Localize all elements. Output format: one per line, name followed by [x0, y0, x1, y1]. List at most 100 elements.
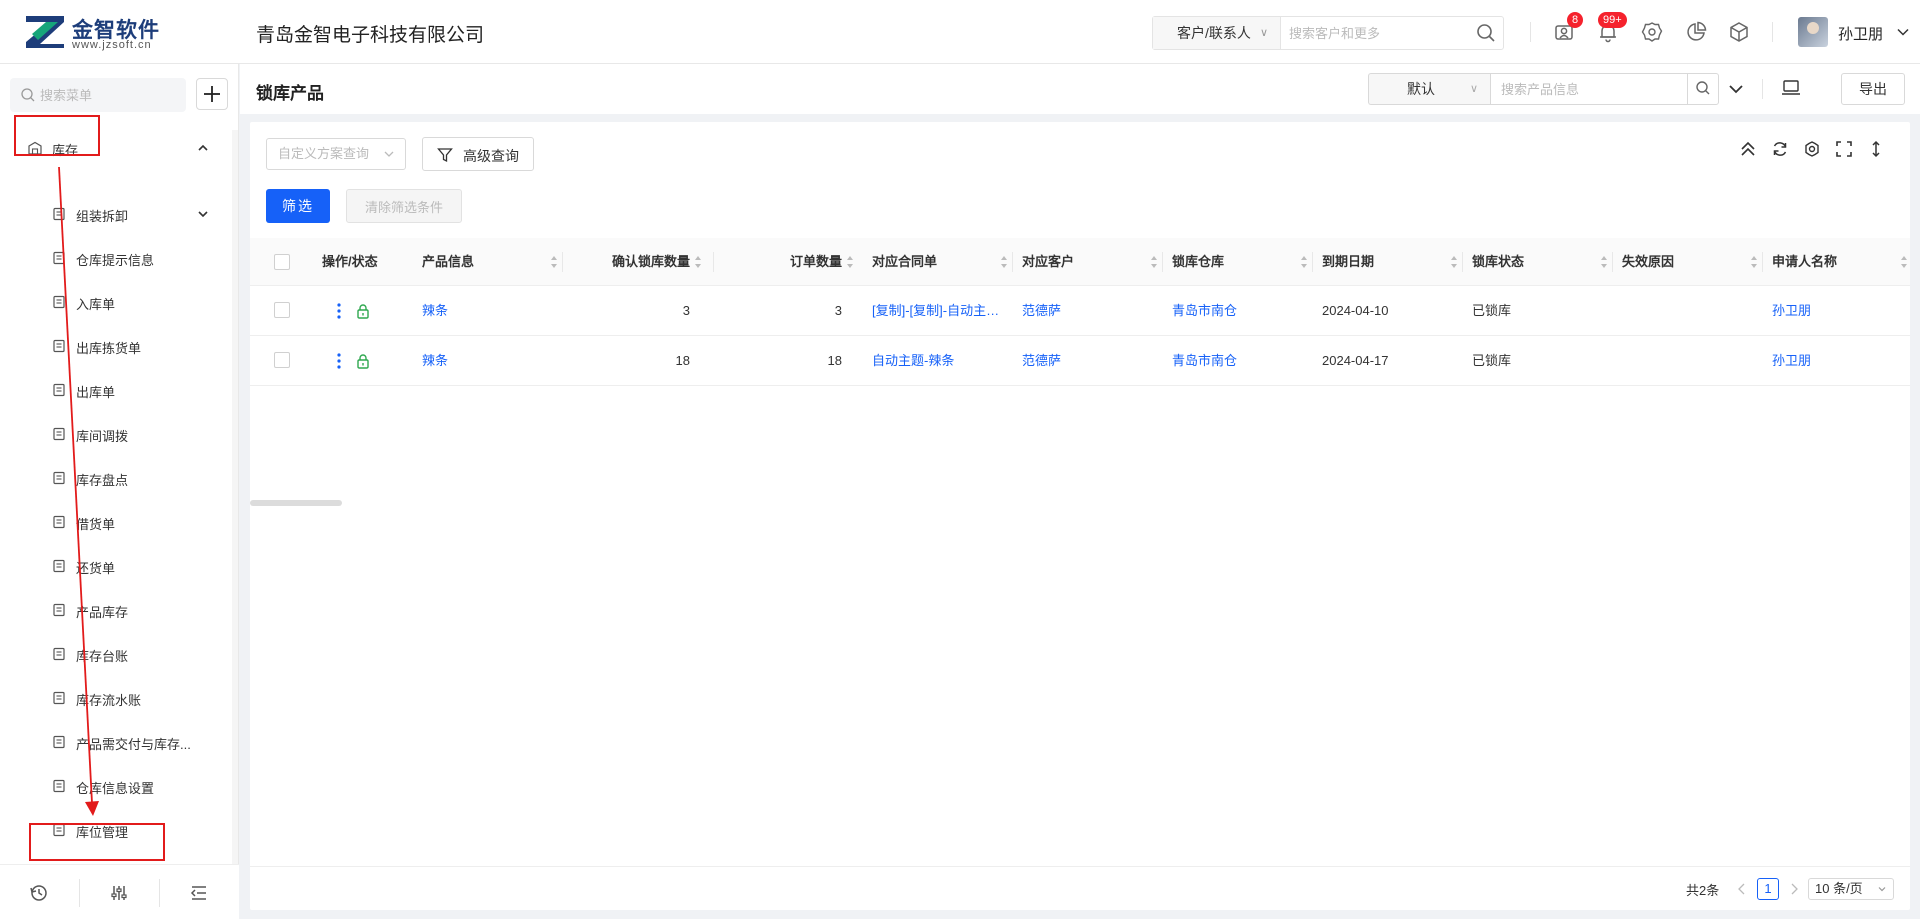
sidebar-item[interactable]: 库间调拨 [52, 416, 222, 452]
global-search: 客户/联系人 ∨ [1152, 16, 1504, 50]
collapse-up-icon[interactable] [1739, 140, 1757, 158]
export-button[interactable]: 导出 [1841, 73, 1905, 105]
search-scope-select[interactable]: 默认 ∨ [1368, 73, 1490, 105]
add-menu-button[interactable] [196, 78, 228, 110]
more-actions-icon[interactable] [336, 302, 342, 320]
transfer-icon [53, 427, 65, 441]
customer-link[interactable]: 范德萨 [1022, 336, 1152, 386]
sidebar-item[interactable]: 库存流水账 [52, 680, 222, 716]
search-scope-select[interactable]: 客户/联系人 ∨ [1153, 17, 1281, 49]
column-header-contract[interactable]: 对应合同单 [872, 238, 1010, 286]
row-height-icon[interactable] [1867, 140, 1885, 158]
fullscreen-icon[interactable] [1835, 140, 1853, 158]
pie-chart-icon[interactable] [1684, 20, 1708, 44]
column-header-product[interactable]: 产品信息 [422, 238, 560, 286]
column-header-label: 锁库状态 [1472, 254, 1525, 269]
sliders-icon[interactable] [109, 883, 129, 903]
sidebar-item[interactable]: 入库单 [52, 284, 222, 320]
clear-filter-button[interactable]: 清除筛选条件 [346, 189, 462, 223]
order-qty-cell: 18 [827, 353, 842, 368]
sidebar-item[interactable]: 产品库存 [52, 592, 222, 628]
row-checkbox[interactable] [274, 352, 290, 368]
status-cell: 已锁库 [1472, 353, 1512, 368]
chevron-right-icon[interactable] [1788, 882, 1800, 896]
sidebar-item[interactable]: 出库拣货单 [52, 328, 222, 364]
more-actions-icon[interactable] [336, 352, 342, 370]
column-header-due-date[interactable]: 到期日期 [1322, 238, 1460, 286]
chevron-down-icon[interactable] [1726, 79, 1746, 99]
logo[interactable]: 金智软件 www.jzsoft.cn [24, 12, 164, 52]
chevron-left-icon[interactable] [1736, 882, 1748, 896]
page-header: 锁库产品 默认 ∨ 导出 [240, 64, 1920, 114]
sort-icon [1901, 256, 1907, 268]
filter-button[interactable]: 筛选 [266, 189, 330, 223]
advanced-query-button[interactable]: 高级查询 [422, 137, 534, 171]
menu-search-input[interactable] [40, 78, 180, 112]
contract-link[interactable]: [复制]-[复制]-自动主题-辣条 [872, 286, 1004, 336]
sort-icon [551, 256, 557, 268]
sort-icon [1601, 256, 1607, 268]
row-checkbox[interactable] [274, 302, 290, 318]
warehouse-link[interactable]: 青岛市南仓 [1172, 286, 1302, 336]
product-search-button[interactable] [1687, 73, 1719, 105]
cube-icon[interactable] [1727, 20, 1751, 44]
menu-scrollbar[interactable] [232, 130, 238, 864]
column-settings-icon[interactable] [1803, 140, 1821, 158]
column-header-status[interactable]: 锁库状态 [1472, 238, 1610, 286]
product-link[interactable]: 辣条 [422, 286, 552, 336]
page-number[interactable]: 1 [1757, 878, 1779, 900]
content-panel: 自定义方案查询 高级查询 筛选 清除筛选条件 操作/状态 产品信息 确认锁库数量… [250, 122, 1910, 910]
laptop-icon[interactable] [1780, 77, 1802, 99]
column-header-customer[interactable]: 对应客户 [1022, 238, 1160, 286]
refresh-icon[interactable] [1771, 140, 1789, 158]
sidebar-item[interactable]: 仓库提示信息 [52, 240, 222, 276]
sidebar-item[interactable]: 库存台账 [52, 636, 222, 672]
column-header-confirmed-qty[interactable]: 确认锁库数量 [572, 238, 701, 286]
applicant-link[interactable]: 孙卫朋 [1772, 286, 1902, 336]
gear-icon[interactable] [1640, 20, 1664, 44]
annotation-box-locked-products [29, 823, 165, 861]
column-header-applicant[interactable]: 申请人名称 [1772, 238, 1910, 286]
sidebar-item[interactable]: 产品需交付与库存... [52, 724, 222, 760]
search-icon[interactable] [1475, 22, 1497, 44]
page-size-select[interactable]: 10 条/页 [1808, 878, 1894, 900]
sidebar-item[interactable]: 库存盘点 [52, 460, 222, 496]
sidebar-item[interactable]: 组装拆卸 [52, 196, 222, 232]
table-row[interactable]: 辣条 18 18 自动主题-辣条 范德萨 青岛市南仓 2024-04-17 已锁库 孙卫朋 [250, 336, 1910, 386]
history-icon[interactable] [29, 883, 49, 903]
column-header-order-qty[interactable]: 订单数量 [722, 238, 853, 286]
custom-plan-select[interactable]: 自定义方案查询 [266, 138, 406, 170]
due-date-cell: 2024-04-10 [1322, 303, 1389, 318]
contract-link[interactable]: 自动主题-辣条 [872, 336, 1004, 386]
global-search-input[interactable] [1289, 17, 1459, 49]
table-header: 操作/状态 产品信息 确认锁库数量 订单数量 对应合同单 对应客户 锁库仓库 到… [250, 238, 1910, 286]
column-divider [1612, 252, 1613, 272]
select-all-checkbox[interactable] [274, 254, 290, 270]
customer-link[interactable]: 范德萨 [1022, 286, 1152, 336]
column-header-label: 产品信息 [422, 254, 475, 269]
sidebar-item-label: 库存台账 [76, 649, 129, 664]
column-header-invalid-reason[interactable]: 失效原因 [1622, 238, 1760, 286]
sidebar-item[interactable]: 仓库信息设置 [52, 768, 222, 804]
pick-icon [53, 339, 65, 353]
sidebar-item[interactable]: 还货单 [52, 548, 222, 584]
column-header-label: 到期日期 [1322, 254, 1375, 269]
column-header-label: 订单数量 [789, 254, 842, 269]
table-row[interactable]: 辣条 3 3 [复制]-[复制]-自动主题-辣条范德萨青岛市南仓 2024-04-10 已… [250, 286, 1910, 336]
sidebar-item[interactable]: 出库单 [52, 372, 222, 408]
top-header: 金智软件 www.jzsoft.cn 青岛金智电子科技有限公司 客户/联系人 ∨… [0, 0, 1920, 64]
applicant-link[interactable]: 孙卫朋 [1772, 336, 1902, 386]
order-qty-cell: 3 [834, 303, 842, 318]
column-divider [1462, 252, 1463, 272]
column-header-label: 对应客户 [1022, 254, 1075, 269]
warehouse-link[interactable]: 青岛市南仓 [1172, 336, 1302, 386]
product-link[interactable]: 辣条 [422, 336, 552, 386]
collapse-icon[interactable] [189, 883, 209, 903]
product-search-input[interactable] [1490, 73, 1688, 105]
horizontal-scrollbar[interactable] [250, 500, 342, 506]
sidebar-item-label: 出库拣货单 [76, 341, 142, 356]
column-header-warehouse[interactable]: 锁库仓库 [1172, 238, 1310, 286]
search-scope-label: 客户/联系人 [1177, 25, 1251, 41]
sort-icon [1001, 256, 1007, 268]
sidebar-item[interactable]: 借货单 [52, 504, 222, 540]
